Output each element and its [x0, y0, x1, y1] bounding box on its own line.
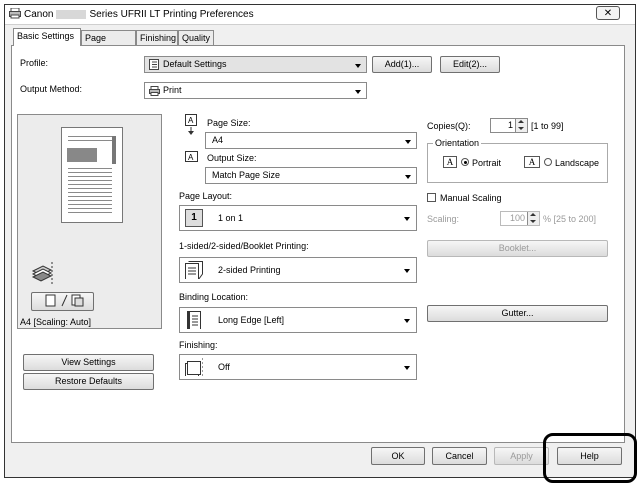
close-icon: ✕ — [603, 8, 613, 19]
binding-location-select[interactable]: Long Edge [Left] — [179, 307, 417, 333]
scaling-range: % [25 to 200] — [543, 214, 597, 224]
manual-scaling-label[interactable]: Manual Scaling — [440, 193, 502, 203]
svg-text:A: A — [188, 153, 194, 162]
page-size-select[interactable]: A4 — [205, 132, 417, 149]
svg-text:A: A — [188, 116, 194, 125]
copies-label: Copies(Q): — [427, 121, 471, 131]
page-size-icon: A — [185, 114, 197, 135]
output-size-label: Output Size: — [207, 153, 257, 163]
help-button-highlight — [543, 433, 637, 483]
copies-spinner[interactable] — [515, 119, 527, 132]
page-layout-value: 1 on 1 — [218, 213, 244, 223]
chevron-down-icon — [355, 64, 361, 68]
portrait-radio[interactable] — [461, 158, 469, 166]
window-title: Canon Series UFRII LT Printing Preference… — [24, 9, 254, 20]
tab-label: Finishing — [140, 33, 177, 43]
view-settings-button[interactable]: View Settings — [23, 354, 154, 371]
title-prefix: Canon — [24, 9, 54, 20]
manual-scaling-checkbox[interactable] — [427, 193, 436, 202]
one-on-one-icon: 1 — [185, 209, 203, 227]
printer-icon — [9, 8, 21, 19]
finishing-off-icon — [185, 358, 203, 376]
tab-page-setup[interactable]: Page Setup — [81, 30, 136, 57]
copies-range: [1 to 99] — [531, 121, 564, 131]
tab-label: Quality — [182, 33, 211, 43]
title-suffix: Series UFRII LT Printing Preferences — [89, 9, 254, 20]
scaling-spinner[interactable] — [527, 212, 539, 225]
apply-button[interactable]: Apply — [494, 447, 549, 465]
tab-label: Basic Settings — [17, 31, 75, 41]
tab-finishing[interactable]: Finishing — [136, 30, 178, 45]
profile-select[interactable]: Default Settings — [144, 56, 367, 73]
sided-printing-value: 2-sided Printing — [218, 265, 281, 275]
output-method-label: Output Method: — [20, 84, 83, 94]
sided-printing-label: 1-sided/2-sided/Booklet Printing: — [179, 241, 309, 251]
landscape-radio[interactable] — [544, 158, 552, 166]
chevron-down-icon — [405, 175, 411, 179]
cancel-button[interactable]: Cancel — [432, 447, 487, 465]
chevron-down-icon — [355, 90, 361, 94]
output-method-value: Print — [163, 85, 182, 95]
sided-printing-select[interactable]: 2-sided Printing — [179, 257, 417, 283]
preview-layout-toggle[interactable] — [31, 292, 94, 311]
page-layout-label: Page Layout: — [179, 191, 233, 201]
copies-input[interactable]: 1 — [490, 118, 528, 133]
output-size-select[interactable]: Match Page Size — [205, 167, 417, 184]
edit-profile-button[interactable]: Edit(2)... — [440, 56, 500, 73]
page-size-value: A4 — [212, 135, 224, 145]
portrait-icon: A — [443, 156, 457, 168]
finishing-label: Finishing: — [179, 340, 218, 350]
finishing-value: Off — [218, 362, 230, 372]
layout-toggle-icon — [45, 294, 83, 307]
output-size-value: Match Page Size — [212, 170, 281, 180]
add-profile-button[interactable]: Add(1)... — [372, 56, 432, 73]
binding-location-value: Long Edge [Left] — [218, 315, 285, 325]
scaling-label: Scaling: — [427, 214, 460, 224]
output-size-icon: A — [185, 151, 198, 162]
ok-button[interactable]: OK — [371, 447, 425, 465]
chevron-down-icon — [404, 366, 410, 370]
tab-basic-settings[interactable]: Basic Settings — [13, 28, 81, 46]
binding-location-label: Binding Location: — [179, 292, 249, 302]
page-layout-select[interactable]: 1 1 on 1 — [179, 205, 417, 231]
redacted-model — [56, 9, 87, 19]
chevron-down-icon — [404, 269, 410, 273]
tab-quality[interactable]: Quality — [178, 30, 214, 45]
restore-defaults-button[interactable]: Restore Defaults — [23, 373, 154, 390]
finishing-select[interactable]: Off — [179, 354, 417, 380]
preview-caption: A4 [Scaling: Auto] — [20, 317, 92, 327]
portrait-label[interactable]: Portrait — [472, 158, 501, 168]
preview-image-block — [67, 148, 97, 162]
two-sided-icon — [185, 261, 203, 279]
scaling-input[interactable]: 100 — [500, 211, 540, 226]
document-preview — [61, 127, 123, 223]
preview-bar — [112, 136, 116, 164]
output-method-select[interactable]: Print — [144, 82, 367, 99]
profile-label: Profile: — [20, 58, 49, 68]
orientation-label: Orientation — [433, 138, 482, 148]
booklet-button[interactable]: Booklet... — [427, 240, 608, 257]
page-size-label: Page Size: — [207, 118, 251, 128]
landscape-label[interactable]: Landscape — [555, 158, 599, 168]
printer-icon — [149, 86, 160, 96]
landscape-icon: A — [524, 156, 540, 168]
profile-value: Default Settings — [163, 59, 227, 69]
binding-left-icon — [187, 311, 201, 329]
copies-value: 1 — [507, 120, 513, 130]
paper-stack-icon — [31, 262, 53, 285]
gutter-button[interactable]: Gutter... — [427, 305, 608, 322]
profile-icon — [149, 59, 159, 70]
chevron-down-icon — [404, 217, 410, 221]
chevron-down-icon — [405, 140, 411, 144]
chevron-down-icon — [404, 319, 410, 323]
close-button[interactable]: ✕ — [596, 6, 620, 20]
scaling-value: 100 — [509, 213, 525, 223]
